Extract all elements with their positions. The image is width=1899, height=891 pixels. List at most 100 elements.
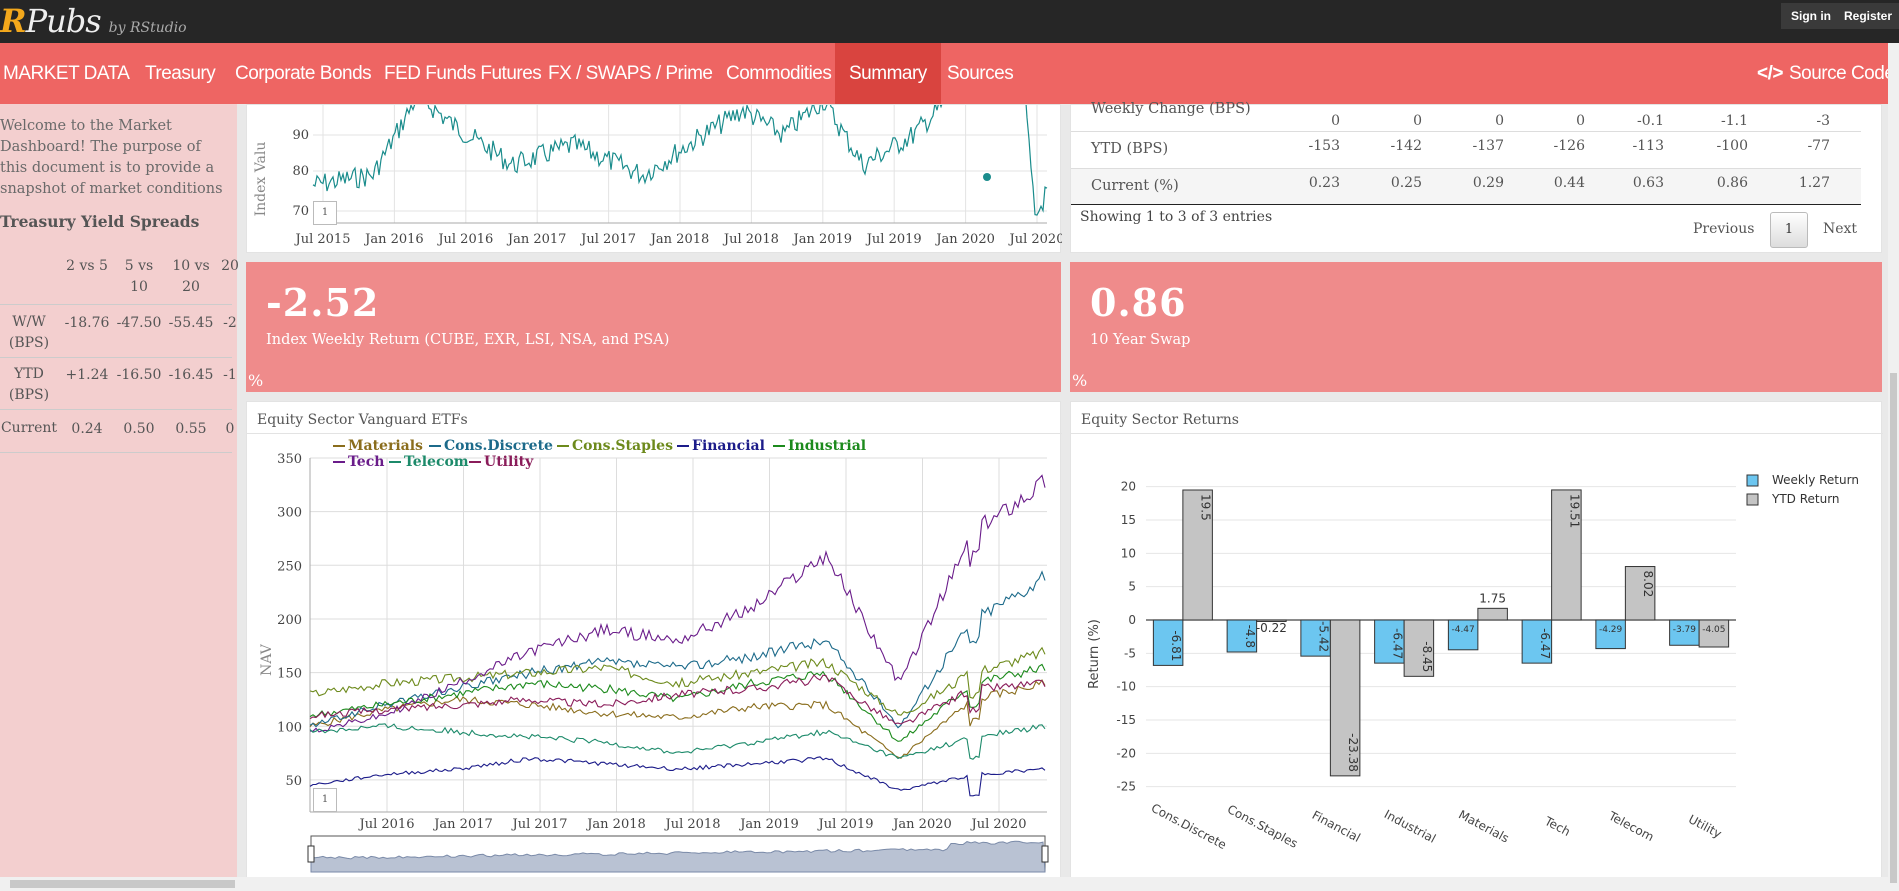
ten-year-swap-value: 0.86: [1090, 280, 1187, 325]
bar-x-tick: Materials: [1456, 807, 1511, 845]
table-cell: -1.1: [1721, 113, 1748, 129]
nav-sources[interactable]: Sources: [947, 43, 1014, 104]
etf-legend-label[interactable]: Cons.Discrete: [444, 438, 553, 454]
index-weekly-return-label: Index Weekly Return (CUBE, EXR, LSI, NSA…: [266, 332, 670, 348]
bar-x-tick: Telecom: [1605, 808, 1656, 844]
horizontal-scrollbar[interactable]: [0, 877, 1888, 891]
bar-value-label: 1.75: [1479, 591, 1506, 605]
spread-cell: 0.24: [71, 421, 103, 437]
index-x-tick: Jan 2017: [506, 232, 567, 247]
bar-x-tick: Cons.Staples: [1225, 802, 1300, 851]
etf-legend-label[interactable]: Financial: [692, 438, 765, 454]
table-cell: 0: [1576, 113, 1585, 129]
etf-legend-label[interactable]: Tech: [348, 454, 384, 470]
range-handle-right[interactable]: [1041, 845, 1049, 863]
top-bar: RPubs by RStudio Sign in Register: [0, 0, 1899, 43]
bar-y-tick: -10: [1116, 680, 1136, 694]
nav-brand-market-data[interactable]: MARKET DATA: [3, 43, 130, 104]
table-cell: 0: [1413, 113, 1422, 129]
etf-series-line: [309, 756, 1046, 797]
table-cell: 0.63: [1632, 175, 1664, 191]
table-cell: -113: [1632, 138, 1664, 154]
etf-x-tick: Jan 2019: [738, 817, 799, 832]
legend-label-ytd[interactable]: YTD Return: [1771, 492, 1840, 506]
divider: [0, 409, 232, 410]
index-current-point: [983, 173, 991, 181]
etf-chart[interactable]: NAV 350 300 250 200 150 100 50 Jul 2016 Jan 201…: [247, 402, 1062, 886]
spread-header: 20: [221, 258, 239, 274]
pagination-page-1[interactable]: 1: [1770, 212, 1808, 248]
etf-x-tick: Jul 2017: [511, 817, 568, 832]
bar-y-tick: -20: [1116, 746, 1136, 760]
zoom-reset-button[interactable]: 1: [313, 201, 337, 225]
sign-in-button[interactable]: Sign in: [1781, 3, 1841, 29]
etf-series-line: [309, 678, 1046, 759]
spread-cell: 0: [225, 421, 235, 437]
index-y-tick: 70: [292, 204, 309, 219]
index-x-tick: Jul 2019: [865, 232, 922, 247]
table-row-label: YTD (BPS): [1091, 141, 1169, 157]
bar-ytd[interactable]: [1477, 607, 1508, 621]
bar-value-label: -6.47: [1390, 628, 1404, 659]
etf-x-tick: Jan 2020: [891, 817, 952, 832]
etf-legend-label[interactable]: Utility: [484, 454, 534, 470]
nav-fed-funds-futures[interactable]: FED Funds Futures: [384, 43, 542, 104]
row-label: W/W (BPS): [8, 314, 50, 351]
etf-y-tick: 150: [277, 667, 302, 682]
etf-x-tick: Jan 2017: [432, 817, 493, 832]
spread-cell: 0.55: [175, 421, 207, 437]
source-code-link[interactable]: </> Source Code: [1757, 43, 1895, 104]
zoom-reset-button[interactable]: 1: [313, 788, 337, 812]
etf-legend-label[interactable]: Industrial: [788, 438, 866, 454]
etf-y-label: NAV: [259, 643, 275, 676]
register-button[interactable]: Register: [1834, 3, 1899, 29]
etf-x-tick: Jul 2019: [817, 817, 874, 832]
ten-year-swap-box: 0.86 10 Year Swap %: [1070, 262, 1882, 392]
bar-value-label: -6.47: [1538, 628, 1552, 659]
index-chart[interactable]: Index Valu 90 80 70 Jul 2015 Jan 2016 Jul …: [247, 105, 1062, 254]
spread-cell: -18.76: [64, 315, 110, 331]
etf-series-line: [309, 570, 1046, 729]
nav-treasury[interactable]: Treasury: [145, 43, 216, 104]
pagination-previous[interactable]: Previous: [1693, 221, 1754, 237]
etf-x-tick: Jul 2020: [970, 817, 1027, 832]
bar-y-tick: -25: [1116, 780, 1136, 794]
etf-legend-label[interactable]: Telecom: [404, 454, 469, 470]
legend-label-weekly[interactable]: Weekly Return: [1772, 473, 1859, 487]
etf-series-line: [309, 674, 1046, 725]
scrollbar-thumb[interactable]: [1890, 373, 1897, 883]
index-x-tick: Jan 2018: [649, 232, 710, 247]
table-cell: -100: [1716, 138, 1748, 154]
etf-card: Equity Sector Vanguard ETFs NAV 350 300 25…: [246, 401, 1062, 886]
etf-y-tick: 250: [277, 559, 302, 574]
etf-legend-label[interactable]: Materials: [348, 438, 423, 454]
bar-value-label: -3.79: [1673, 625, 1697, 635]
sector-returns-card: Equity Sector Returns 20 15 10 5 0 -5 -10 -15 -2…: [1070, 401, 1883, 886]
nav-commodities[interactable]: Commodities: [726, 43, 832, 104]
index-y-tick: 90: [292, 128, 309, 143]
vertical-scrollbar[interactable]: [1888, 43, 1899, 891]
pagination-next[interactable]: Next: [1823, 221, 1857, 237]
sector-returns-chart[interactable]: 20 15 10 5 0 -5 -10 -15 -20 -25 -6.81 19.5 Cons.Dis…: [1071, 402, 1883, 886]
table-cell: 0.44: [1553, 175, 1585, 191]
etf-series-line: [309, 723, 1046, 760]
nav-corporate-bonds[interactable]: Corporate Bonds: [235, 43, 372, 104]
spread-cell: 0.50: [123, 421, 155, 437]
index-x-tick: Jul 2020: [1008, 232, 1062, 247]
nav-fx-swaps-prime[interactable]: FX / SWAPS / Prime: [548, 43, 713, 104]
table-cell: -126: [1553, 138, 1585, 154]
bar-value-label: -8.45: [1420, 641, 1434, 672]
rpubs-logo[interactable]: RPubs by RStudio: [0, 2, 187, 40]
table-cell: -3: [1816, 113, 1830, 129]
bar-x-tick: Tech: [1541, 814, 1572, 839]
legend-swatch-weekly: [1746, 474, 1759, 487]
nav-summary[interactable]: Summary: [835, 43, 941, 104]
etf-x-tick: Jul 2018: [664, 817, 721, 832]
etf-x-tick: Jul 2016: [358, 817, 415, 832]
etf-legend-label[interactable]: Cons.Staples: [572, 438, 673, 454]
scrollbar-thumb[interactable]: [10, 880, 235, 888]
index-x-tick: Jul 2015: [294, 232, 351, 247]
range-handle-left[interactable]: [307, 845, 315, 863]
etf-y-tick: 50: [285, 774, 302, 789]
bar-value-label: 19.5: [1199, 494, 1213, 521]
